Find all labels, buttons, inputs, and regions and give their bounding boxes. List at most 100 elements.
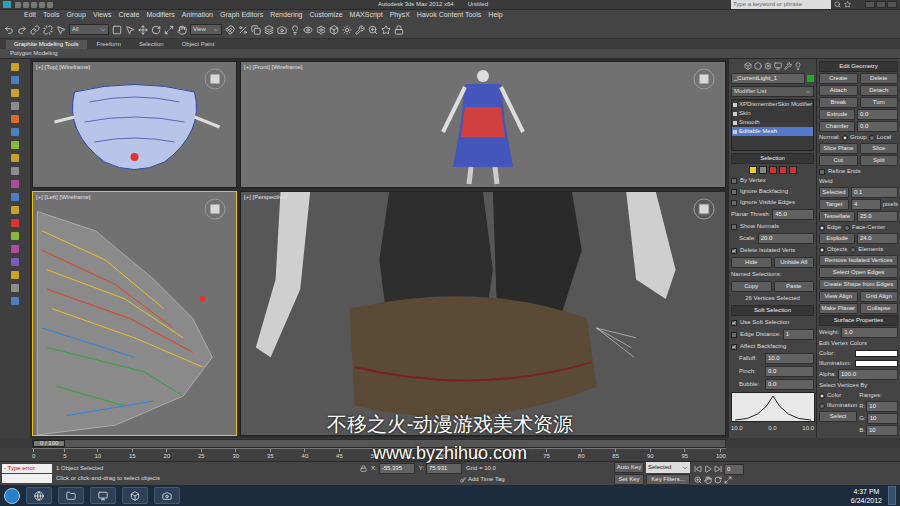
refine-ends-option[interactable]: Refine Ends xyxy=(819,167,898,176)
modifier-stack-item[interactable]: Skin xyxy=(732,109,813,118)
paste-button[interactable]: Paste xyxy=(774,281,815,292)
modifier-stack-item[interactable]: XPDismemberSkin Modifier xyxy=(732,100,813,109)
viewport[interactable]: [+] [Top] [Wireframe] xyxy=(32,61,237,188)
radio-circle[interactable] xyxy=(850,247,856,253)
selection-option[interactable]: By Vertex xyxy=(731,176,814,185)
normal-option[interactable]: Group xyxy=(842,133,867,142)
scale-field[interactable]: 20.0 xyxy=(758,233,814,244)
show-normals-option[interactable]: Show Normals xyxy=(731,222,814,231)
selection-lock-icon[interactable] xyxy=(360,465,367,472)
select-button[interactable]: Select xyxy=(819,411,857,422)
modifier-stack-item[interactable]: Smooth xyxy=(732,118,813,127)
spinner-field[interactable]: 0.0 xyxy=(857,109,898,120)
tool-icon[interactable] xyxy=(290,25,300,35)
tool-icon[interactable] xyxy=(251,25,261,35)
side-tool-icon[interactable] xyxy=(11,297,19,305)
tool-icon[interactable] xyxy=(177,25,187,35)
checkbox-box[interactable] xyxy=(731,344,737,350)
set-key-button[interactable]: Set Key xyxy=(614,474,644,485)
viewport[interactable]: [+] [Left] [Wireframe] xyxy=(32,191,237,436)
script-error-field[interactable]: - Type error xyxy=(2,464,52,473)
ribbon-tab[interactable]: Selection xyxy=(131,40,172,49)
planar-thresh-field[interactable]: 45.0 xyxy=(772,209,814,220)
checkbox-box[interactable] xyxy=(731,320,737,326)
unhide-all-button[interactable]: Unhide All xyxy=(774,257,815,268)
tool-icon[interactable] xyxy=(355,25,365,35)
viewport-label[interactable]: [+] [Front] [Wireframe] xyxy=(244,63,303,72)
menu-item[interactable]: Edit xyxy=(24,10,36,21)
navigation-icon[interactable] xyxy=(714,476,722,484)
checkbox-box[interactable] xyxy=(731,200,737,206)
button[interactable]: Delete xyxy=(860,73,899,84)
side-tool-icon[interactable] xyxy=(11,141,19,149)
viewcube-icon[interactable] xyxy=(204,68,226,90)
modifier-light-icon[interactable] xyxy=(733,121,737,125)
quick-access-icon[interactable] xyxy=(31,2,37,8)
button[interactable]: Tessellate xyxy=(819,211,855,222)
spinner-field[interactable]: 0.1 xyxy=(851,187,898,198)
use-soft-selection-option[interactable]: Use Soft Selection xyxy=(731,318,814,327)
tool-icon[interactable] xyxy=(30,25,40,35)
taskbar-app[interactable] xyxy=(58,487,84,504)
menu-item[interactable]: Modifiers xyxy=(146,10,174,21)
menu-item[interactable]: Group xyxy=(66,10,85,21)
command-tab-icon[interactable] xyxy=(794,62,802,70)
side-tool-icon[interactable] xyxy=(11,154,19,162)
sub-object-icon[interactable] xyxy=(749,166,757,174)
command-tab-icon[interactable] xyxy=(784,62,792,70)
radio-circle[interactable] xyxy=(819,393,825,399)
edge-distance-field[interactable]: 1 xyxy=(783,329,814,340)
button[interactable]: Extrude xyxy=(819,109,855,120)
side-tool-icon[interactable] xyxy=(11,206,19,214)
copy-button[interactable]: Copy xyxy=(731,281,772,292)
tool-icon[interactable] xyxy=(225,25,235,35)
tool-icon[interactable] xyxy=(4,25,14,35)
ribbon-tab[interactable]: Object Paint xyxy=(174,40,223,49)
selection-option[interactable]: Ignore Backfacing xyxy=(731,187,814,196)
button[interactable]: Select Open Edges xyxy=(819,267,898,278)
button[interactable]: Create Shape from Edges xyxy=(819,279,898,290)
time-tag-icon[interactable] xyxy=(460,477,466,483)
taskbar-app[interactable] xyxy=(26,487,52,504)
radio-circle[interactable] xyxy=(819,225,825,231)
soft-param-field[interactable]: 0.0 xyxy=(765,366,814,377)
playback-icon[interactable] xyxy=(694,465,702,473)
tool-icon[interactable] xyxy=(164,25,174,35)
side-tool-icon[interactable] xyxy=(11,63,19,71)
menu-item[interactable]: Customize xyxy=(309,10,342,21)
affect-backfacing-option[interactable]: Affect Backfacing xyxy=(731,342,814,351)
button[interactable]: Split xyxy=(860,155,899,166)
checkbox-box[interactable] xyxy=(819,169,825,175)
viewport-label[interactable]: [+] [Top] [Wireframe] xyxy=(36,63,90,72)
delete-isolated-option[interactable]: Delete Isolated Verts xyxy=(731,246,814,255)
surface-properties-rollout-title[interactable]: Surface Properties xyxy=(819,315,898,326)
time-slider-handle[interactable]: 0 / 100 xyxy=(33,440,65,447)
modifier-light-icon[interactable] xyxy=(733,103,737,107)
menu-item[interactable]: Views xyxy=(93,10,112,21)
explode-option[interactable]: Objects xyxy=(819,245,847,254)
tool-icon[interactable] xyxy=(381,25,391,35)
soft-param-field[interactable]: 0.0 xyxy=(765,379,814,390)
side-tool-icon[interactable] xyxy=(11,180,19,188)
tool-icon[interactable] xyxy=(112,25,122,35)
modifier-light-icon[interactable] xyxy=(733,112,737,116)
quick-access-icon[interactable] xyxy=(23,2,29,8)
spinner-field[interactable]: 100.0 xyxy=(838,369,898,380)
object-name-field[interactable]: _CurrentLight_1 xyxy=(731,73,805,84)
spinner-field[interactable]: 10 xyxy=(866,425,898,436)
script-listener-field[interactable] xyxy=(2,474,52,483)
start-button-icon[interactable] xyxy=(4,488,20,504)
soft-param-field[interactable]: 10.0 xyxy=(765,353,814,364)
viewcube-icon[interactable] xyxy=(693,198,715,220)
search-icon[interactable] xyxy=(834,1,841,8)
window-control-icon[interactable] xyxy=(887,1,897,8)
tool-icon[interactable] xyxy=(342,25,352,35)
favorite-icon[interactable] xyxy=(844,1,851,8)
auto-key-button[interactable]: Auto Key xyxy=(614,462,644,473)
viewport[interactable]: [+] [Perspective] xyxy=(240,191,726,436)
navigation-icon[interactable] xyxy=(694,476,702,484)
show-desktop[interactable] xyxy=(888,486,896,505)
window-control-icon[interactable] xyxy=(865,1,875,8)
button[interactable]: Attach xyxy=(819,85,858,96)
radio-circle[interactable] xyxy=(819,403,825,409)
